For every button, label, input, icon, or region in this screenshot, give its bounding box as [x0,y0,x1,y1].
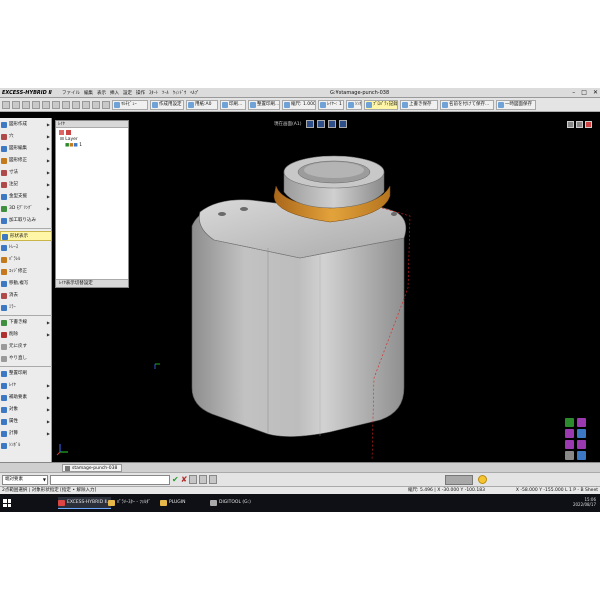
os-taskbar: EXCESS-HYBRID Ⅱ... ﾊﾟﾗﾒｰｽﾀｰ - ﾌｫﾙﾀﾞ PLUGIN… [0,494,600,512]
view-top-icon[interactable] [328,120,337,128]
mounting-hole[interactable] [218,212,226,216]
viewport-close-icon[interactable] [585,121,592,128]
view-side-icon[interactable] [317,120,326,128]
section-view-icon[interactable] [577,451,586,460]
taskbar-app[interactable]: DIGITOOL (G:) [210,497,251,509]
snap-mode-select[interactable]: 端対要素 [2,475,48,485]
tab-label: stamage-punch-038 [72,466,118,471]
system-clock: 15:06 2022/08/17 [573,497,596,507]
wire-view-icon[interactable] [577,440,586,449]
3d-viewport[interactable] [0,88,600,462]
document-icon [65,466,70,471]
zoom-view-icon[interactable] [565,429,574,438]
pan-view-icon[interactable] [577,418,586,427]
application-window: EXCESS-HYBRID Ⅱ ファイル 編集 表示 挿入 設定 操作 ｽﾀｰﾄ ﾂｰﾙ ｳｨﾝ… [0,88,600,512]
origin-axis-icon [56,444,68,456]
command-input[interactable] [50,475,170,485]
coordinate-box [445,475,473,485]
viewport-header: 現在画面(A1) [272,120,348,128]
taskbar-app[interactable]: PLUGIN [160,497,185,509]
calculator-icon[interactable] [209,475,218,484]
tab-document[interactable]: stamage-punch-038 [62,464,123,472]
viewport-window-controls [567,121,592,128]
app-icon [58,500,65,506]
fit-view-icon[interactable] [577,429,586,438]
view-front-icon[interactable] [306,120,315,128]
taskbar-app-label: PLUGIN [169,500,186,505]
mounting-hole[interactable] [240,207,248,211]
option-icon[interactable] [189,475,198,484]
taskbar-app-label: ﾊﾟﾗﾒｰｽﾀｰ - ﾌｫﾙﾀﾞ [117,500,151,505]
command-line: 端対要素 ✔ ✘ [0,472,600,486]
confirm-check-icon[interactable]: ✔ [172,475,179,485]
app-icon [160,500,167,506]
command-buttons: ✔ ✘ [172,475,218,485]
keyboard-icon[interactable] [199,475,208,484]
app-icon [108,500,115,506]
rotate-view-icon[interactable] [565,418,574,427]
view-iso-icon[interactable] [339,120,348,128]
shade-view-icon[interactable] [565,440,574,449]
windows-start-icon[interactable] [3,499,11,507]
status-bar: 2点範囲選択 | 対象形状指定 [指定 • 解除入力] 縮尺: 5.496 | … [0,486,600,494]
taskbar-app-label: DIGITOOL (G:) [219,500,251,505]
view-tool-palette [565,418,587,460]
clock-date: 2022/08/17 [572,502,596,507]
smiley-status-icon [478,475,487,484]
taskbar-app[interactable]: ﾊﾟﾗﾒｰｽﾀｰ - ﾌｫﾙﾀﾞ [108,497,151,509]
taskbar-app[interactable]: EXCESS-HYBRID Ⅱ... [58,497,111,509]
viewport-maximize-icon[interactable] [576,121,583,128]
app-icon [210,500,217,506]
taskbar-app-label: EXCESS-HYBRID Ⅱ... [67,500,111,505]
cursor-marker-icon [154,363,160,369]
viewport-minimize-icon[interactable] [567,121,574,128]
cancel-x-icon[interactable]: ✘ [181,475,188,485]
mounting-hole[interactable] [391,212,397,216]
hidden-line-icon[interactable] [565,451,574,460]
view-name-label: 現在画面(A1) [274,122,302,127]
document-tab-bar: stamage-punch-038 [0,462,600,472]
boss-face[interactable] [304,162,364,178]
